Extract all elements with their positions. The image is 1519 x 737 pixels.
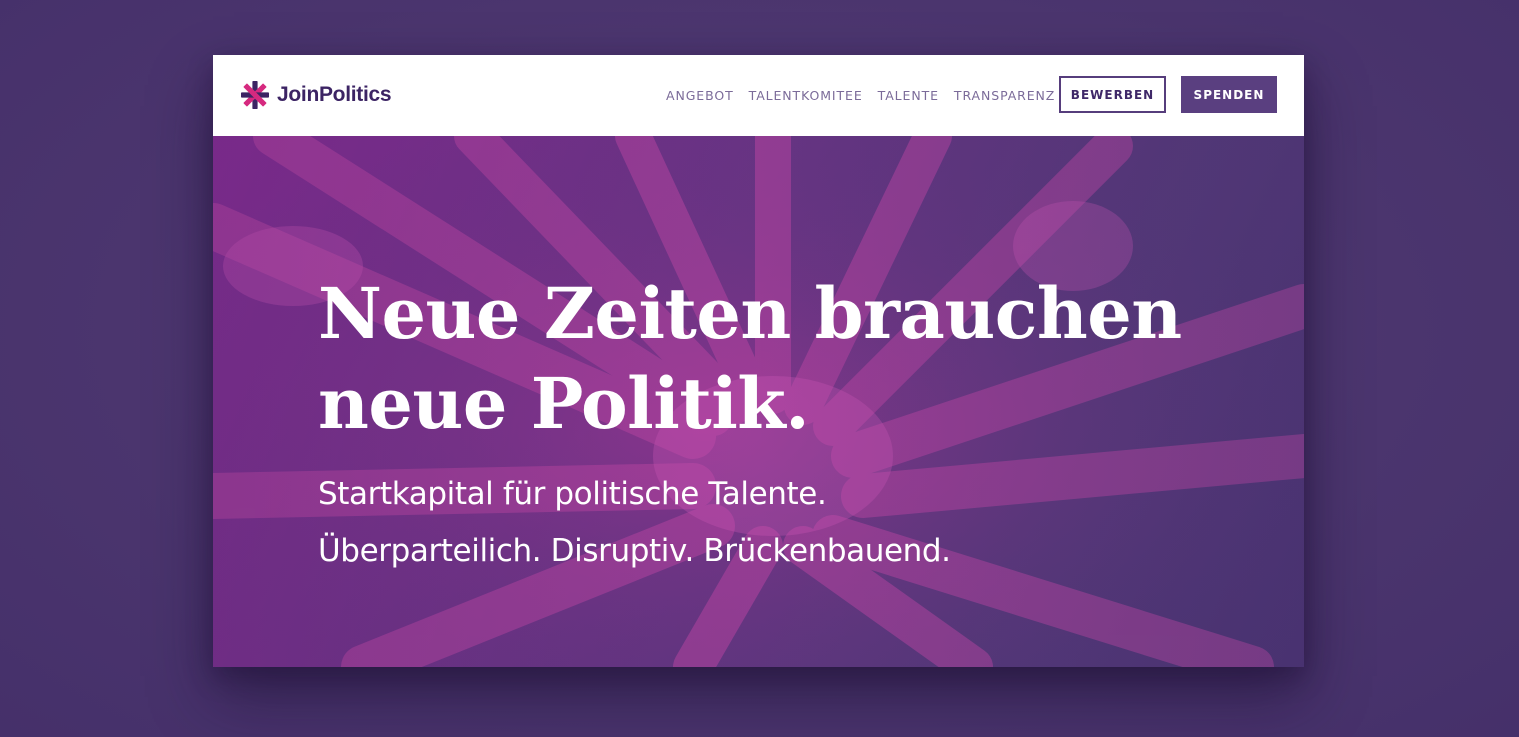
main-nav: ANGEBOT TALENTKOMITEE TALENTE TRANSPAREN… bbox=[666, 55, 1070, 136]
apply-button[interactable]: BEWERBEN bbox=[1059, 76, 1166, 113]
logo[interactable]: JoinPolitics bbox=[240, 79, 392, 111]
logo-text: JoinPolitics bbox=[277, 83, 392, 106]
nav-link-angebot[interactable]: ANGEBOT bbox=[666, 88, 734, 103]
hero-section: Neue Zeiten brauchen neue Politik. Start… bbox=[213, 136, 1304, 667]
hero-subtitle: Startkapital für politische Talente. Übe… bbox=[318, 466, 951, 580]
hero-subtitle-line-1: Startkapital für politische Talente. bbox=[318, 476, 827, 512]
navbar: JoinPolitics ANGEBOT TALENTKOMITEE TALEN… bbox=[213, 55, 1304, 136]
hero-headline: Neue Zeiten brauchen neue Politik. bbox=[318, 269, 1182, 449]
hero-headline-line-1: Neue Zeiten brauchen bbox=[318, 272, 1182, 355]
website-mockup: JoinPolitics ANGEBOT TALENTKOMITEE TALEN… bbox=[213, 55, 1304, 667]
asterisk-logo-icon bbox=[241, 81, 269, 109]
donate-button[interactable]: SPENDEN bbox=[1181, 76, 1277, 113]
page-background: JoinPolitics ANGEBOT TALENTKOMITEE TALEN… bbox=[0, 0, 1519, 737]
nav-link-talente[interactable]: TALENTE bbox=[878, 88, 939, 103]
hero-subtitle-line-2: Überparteilich. Disruptiv. Brückenbauend… bbox=[318, 533, 951, 569]
nav-link-transparenz[interactable]: TRANSPARENZ bbox=[954, 88, 1055, 103]
hero-headline-line-2: neue Politik. bbox=[318, 362, 810, 445]
nav-link-talentkomitee[interactable]: TALENTKOMITEE bbox=[749, 88, 863, 103]
